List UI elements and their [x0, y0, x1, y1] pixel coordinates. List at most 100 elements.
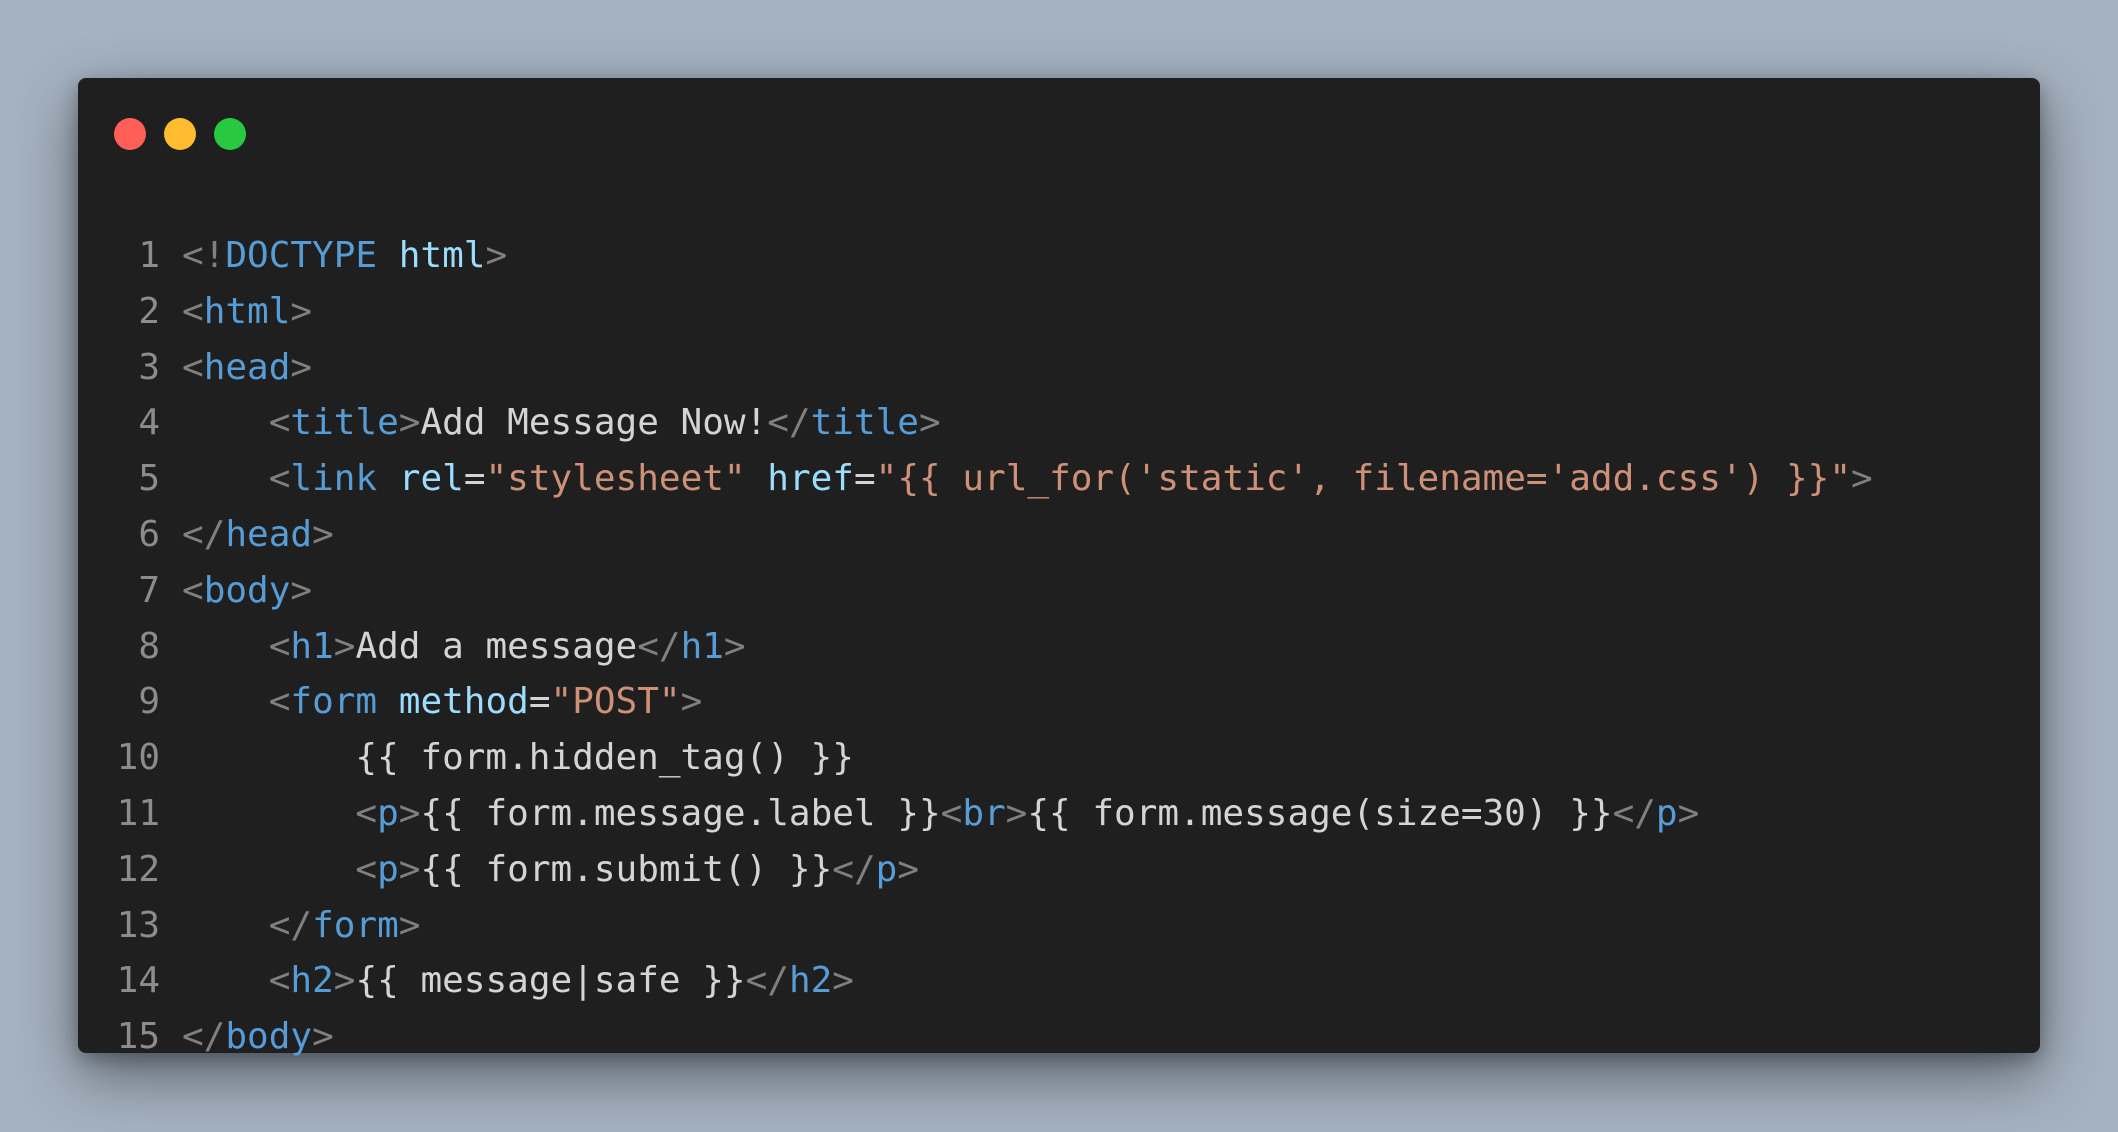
code-line: 7 <body>: [78, 563, 2040, 619]
tag-token: p: [377, 848, 399, 890]
punctuation-token: >: [290, 569, 313, 611]
tag-token: form: [312, 904, 399, 946]
line-number: 11: [116, 793, 160, 834]
line-source: <p>{{ form.submit() }}</p>: [182, 842, 919, 898]
tag-token: h1: [290, 625, 334, 667]
punctuation-token: >: [680, 681, 703, 723]
punctuation-token: >: [832, 960, 854, 1002]
punctuation-token: >: [312, 514, 334, 555]
line-source: <p>{{ form.message.label }}<br>{{ form.m…: [182, 786, 1699, 842]
tag-token: head: [203, 346, 291, 388]
line-source: <h2>{{ message|safe }}</h2>: [182, 953, 854, 1009]
punctuation-token: <: [268, 458, 291, 500]
text-token: =: [853, 458, 876, 500]
string-token: "{{ url_for('static', filename='add.css'…: [875, 458, 1851, 500]
line-number: 12: [116, 848, 160, 890]
code-line: 2 <html>: [78, 284, 2040, 340]
tag-token: DOCTYPE: [225, 235, 378, 276]
tag-token: h2: [290, 960, 334, 1002]
punctuation-token: >: [398, 904, 421, 946]
line-source: <title>Add Message Now!</title>: [182, 395, 941, 451]
line-number: 6: [138, 514, 160, 555]
text-token: =: [528, 681, 551, 723]
punctuation-token: >: [398, 402, 421, 444]
line-source: <html>: [182, 284, 312, 340]
text-token: Add a message: [355, 625, 638, 667]
code-line: 5 <link rel="stylesheet" href="{{ url_fo…: [78, 451, 2040, 507]
punctuation-token: >: [485, 235, 508, 276]
punctuation-token: </: [1612, 793, 1656, 834]
string-token: "POST": [550, 681, 681, 723]
code-line: 15 </body>: [78, 1009, 2040, 1065]
punctuation-token: >: [312, 1016, 334, 1058]
line-number: 1: [138, 235, 160, 276]
punctuation-token: >: [290, 346, 313, 388]
line-number: 4: [138, 402, 160, 444]
line-number: 9: [138, 681, 160, 723]
string-token: "stylesheet": [485, 458, 746, 500]
tag-token: link: [290, 458, 378, 500]
line-source: </body>: [182, 1009, 334, 1065]
punctuation-token: </: [182, 1016, 226, 1058]
punctuation-token: <: [182, 346, 204, 388]
code-line: 14 <h2>{{ message|safe }}</h2>: [78, 953, 2040, 1009]
punctuation-token: <: [940, 793, 963, 834]
punctuation-token: </: [767, 402, 811, 444]
line-source: <link rel="stylesheet" href="{{ url_for(…: [182, 451, 1873, 507]
line-source: <!DOCTYPE html>: [182, 228, 507, 284]
punctuation-token: <: [355, 848, 378, 890]
tag-token: p: [1655, 793, 1678, 834]
line-number: 2: [138, 290, 160, 332]
line-number: 14: [116, 960, 160, 1002]
maximize-button[interactable]: [214, 118, 246, 150]
line-number: 5: [138, 458, 160, 500]
text-token: {{ form.message.label }}: [420, 793, 941, 834]
punctuation-token: </: [268, 904, 313, 946]
text-token: {{ form.hidden_tag() }}: [182, 737, 854, 779]
punctuation-token: </: [637, 625, 681, 667]
punctuation-token: >: [1677, 793, 1700, 834]
code-line: 13 </form>: [78, 898, 2040, 954]
code-line: 12 <p>{{ form.submit() }}</p>: [78, 842, 2040, 898]
code-line: 10 {{ form.hidden_tag() }}: [78, 730, 2040, 786]
punctuation-token: >: [1851, 458, 1873, 500]
punctuation-token: <: [268, 960, 291, 1002]
punctuation-token: >: [918, 402, 941, 444]
line-source: </head>: [182, 507, 334, 563]
punctuation-token: >: [398, 848, 421, 890]
punctuation-token: </: [182, 514, 226, 555]
punctuation-token: >: [723, 625, 746, 667]
tag-token: h1: [680, 625, 724, 667]
line-number: 3: [138, 346, 160, 388]
tag-token: body: [203, 569, 291, 611]
close-button[interactable]: [114, 118, 146, 150]
tag-token: html: [203, 290, 291, 332]
tag-token: form: [290, 681, 378, 723]
code-line: 8 <h1>Add a message</h1>: [78, 619, 2040, 675]
line-number: 10: [116, 737, 160, 779]
line-number: 8: [138, 625, 160, 667]
punctuation-token: >: [290, 290, 313, 332]
code-line: 11 <p>{{ form.message.label }}<br>{{ for…: [78, 786, 2040, 842]
text-token: {{ form.submit() }}: [420, 848, 833, 890]
punctuation-token: <: [182, 569, 204, 611]
tag-token: body: [225, 1016, 313, 1058]
punctuation-token: </: [745, 960, 789, 1002]
attribute-token: html: [398, 235, 486, 276]
punctuation-token: >: [897, 848, 919, 890]
minimize-button[interactable]: [164, 118, 196, 150]
punctuation-token: <: [182, 290, 204, 332]
punctuation-token: <: [268, 625, 291, 667]
line-source: <h1>Add a message</h1>: [182, 619, 746, 675]
code-line: 4 <title>Add Message Now!</title>: [78, 395, 2040, 451]
code-line: 1 <!DOCTYPE html>: [78, 228, 2040, 284]
line-source: {{ form.hidden_tag() }}: [182, 730, 854, 786]
line-source: <body>: [182, 563, 312, 619]
